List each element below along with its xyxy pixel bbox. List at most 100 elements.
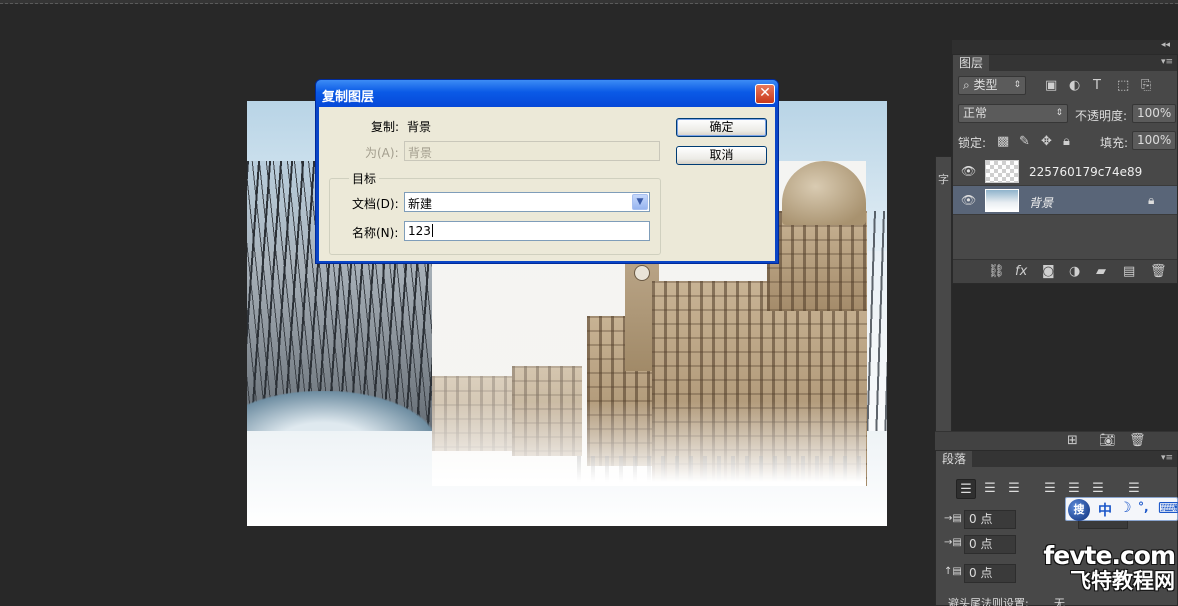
cancel-button[interactable]: 取消	[676, 146, 767, 165]
align-right-icon[interactable]: ☰	[1004, 479, 1024, 499]
lock-move-icon[interactable]: ✥	[1041, 135, 1052, 149]
indent-left-input[interactable]: 0 点	[964, 510, 1016, 529]
top-options-strip	[0, 0, 1178, 4]
document-label: 文档(D):	[352, 197, 399, 211]
blend-mode-select[interactable]: 正常 ⇕	[958, 104, 1068, 123]
keyboard-icon[interactable]: ⌨	[1158, 499, 1178, 517]
fill-input[interactable]: 100%	[1132, 131, 1176, 150]
layers-panel: 图层 ▾≡ ⌕ 类型 ⇕ ▣ ◐ T ⬚ ⎘ 正常 ⇕ 不透明度: 100% 锁定:…	[952, 54, 1178, 284]
lock-transparent-icon[interactable]: ▩	[997, 135, 1009, 149]
layer-row-2[interactable]: 👁︎ 背景 🔒︎	[953, 186, 1177, 215]
layers-footer: ⛓ fx ◙ ◑ ▰ ▤ 🗑︎	[953, 259, 1177, 283]
layer-filter-value: 类型	[973, 78, 998, 92]
layer-name: 225760179c74e89	[1029, 165, 1143, 179]
watermark-line-2: 飞特教程网	[1070, 569, 1175, 593]
hyphenation-label: 避头尾法则设置:	[948, 597, 1029, 606]
canvas-fade-mask	[432, 401, 866, 486]
fx-icon[interactable]: fx	[1015, 265, 1027, 279]
justify-all-icon[interactable]: ☰	[1124, 479, 1144, 499]
trash-icon[interactable]: 🗑︎	[1150, 265, 1167, 279]
align-center-icon[interactable]: ☰	[980, 479, 1000, 499]
tab-paragraph[interactable]: 段落	[936, 451, 973, 467]
align-left-icon[interactable]: ☰	[956, 479, 976, 499]
adjustment-layer-icon[interactable]: ◑	[1069, 265, 1080, 279]
name-label: 名称(N):	[352, 226, 399, 240]
fill-label: 填充:	[1100, 136, 1129, 150]
chevron-updown-icon: ⇕	[1013, 80, 1021, 90]
layer-thumbnail	[985, 160, 1019, 183]
layers-tab-row: 图层 ▾≡	[953, 55, 1177, 71]
layer-filter-select[interactable]: ⌕ 类型 ⇕	[958, 76, 1026, 95]
link-layers-icon[interactable]: ⛓	[988, 265, 1005, 279]
new-layer-icon[interactable]: ▤	[1123, 265, 1135, 279]
opacity-label: 不透明度:	[1075, 109, 1128, 123]
side-panel-footer: ⊞ 📷︎ 🗑︎	[935, 431, 1178, 450]
lock-brush-icon[interactable]: ✎	[1019, 135, 1030, 149]
indent-left-icon: →▤	[944, 513, 962, 524]
dialog-close-button[interactable]: ✕	[755, 84, 775, 104]
watermark: fevte.com 飞特教程网	[1015, 541, 1176, 594]
new-group-icon[interactable]: ▰	[1096, 265, 1106, 279]
dialog-title: 复制图层	[322, 90, 375, 105]
search-icon: ⌕	[963, 78, 974, 92]
justify-last-center-icon[interactable]: ☰	[1064, 479, 1084, 499]
tab-layers[interactable]: 图层	[953, 55, 990, 71]
blend-mode-value: 正常	[963, 106, 988, 120]
tab-character[interactable]: 字	[938, 171, 949, 187]
filter-adjustment-icon[interactable]: ◐	[1069, 79, 1080, 93]
ime-moon-icon[interactable]: ☽	[1119, 500, 1132, 516]
dialog-title-bar[interactable]: 复制图层 ✕	[316, 80, 778, 107]
eye-icon[interactable]: 👁︎	[961, 193, 976, 207]
destination-group-label: 目标	[349, 170, 380, 187]
name-input-value: 123	[408, 224, 431, 238]
add-mask-icon[interactable]: ◙	[1042, 265, 1055, 279]
ime-mode-chinese[interactable]: 中	[1098, 500, 1112, 520]
document-select[interactable]: 新建 ▼	[404, 192, 650, 212]
destination-group	[329, 178, 661, 255]
watermark-line-1: fevte.com	[1043, 541, 1176, 570]
name-input[interactable]: 123	[404, 221, 650, 241]
collapsed-character-panel: 字	[935, 156, 952, 446]
chevron-updown-icon: ⇕	[1055, 108, 1063, 118]
opacity-input[interactable]: 100%	[1132, 104, 1176, 123]
panel-menu-icon[interactable]: ▾≡	[1161, 453, 1173, 463]
ime-toolbar[interactable]: 搜 中 ☽ °, ⌨	[1065, 497, 1178, 521]
filter-type-icon[interactable]: T	[1093, 79, 1101, 93]
space-before-icon: ↑▤	[944, 566, 962, 577]
indent-first-line-input[interactable]: 0 点	[964, 535, 1016, 554]
as-input[interactable]: 背景	[404, 141, 660, 161]
ime-logo-icon[interactable]: 搜	[1068, 499, 1090, 521]
layer-name: 背景	[1029, 196, 1054, 210]
dialog-body: 复制: 背景 为(A): 背景 目标 文档(D): 新建 ▼ 名称(N): 12…	[319, 107, 775, 261]
space-before-input[interactable]: 0 点	[964, 564, 1016, 583]
chevron-down-icon[interactable]: ▼	[632, 194, 648, 210]
text-caret	[431, 224, 433, 237]
lock-label: 锁定:	[958, 136, 987, 150]
document-select-value: 新建	[408, 197, 433, 211]
justify-last-right-icon[interactable]: ☰	[1088, 479, 1108, 499]
camera-icon[interactable]: 📷︎	[1099, 434, 1116, 448]
hyphenation-value[interactable]: 无	[1054, 595, 1065, 606]
eye-icon[interactable]: 👁︎	[961, 164, 976, 178]
trash-icon[interactable]: 🗑︎	[1129, 434, 1146, 448]
filter-smartobject-icon[interactable]: ⎘	[1141, 79, 1151, 93]
panel-dock-header[interactable]: ◂◂	[952, 40, 1178, 54]
lock-icon: 🔒︎	[1148, 193, 1155, 207]
as-label: 为(A):	[365, 146, 399, 160]
duplicate-label: 复制:	[371, 120, 400, 134]
duplicate-layer-dialog: 复制图层 ✕ 复制: 背景 为(A): 背景 目标 文档(D): 新建 ▼ 名称…	[315, 79, 779, 264]
filter-shape-icon[interactable]: ⬚	[1117, 79, 1129, 93]
new-item-icon[interactable]: ⊞	[1067, 434, 1078, 448]
ime-punct-icon[interactable]: °,	[1138, 500, 1149, 514]
layer-thumbnail	[985, 189, 1019, 212]
paragraph-tab-row: 段落 ▾≡	[936, 451, 1177, 467]
canvas-building-dome-base	[767, 211, 867, 311]
filter-pixel-icon[interactable]: ▣	[1045, 79, 1057, 93]
lock-all-icon[interactable]: 🔒︎	[1063, 135, 1070, 149]
ok-button[interactable]: 确定	[676, 118, 767, 137]
justify-last-left-icon[interactable]: ☰	[1040, 479, 1060, 499]
collapse-panels-icon[interactable]: ◂◂	[1161, 40, 1170, 50]
duplicate-value: 背景	[407, 120, 432, 134]
panel-menu-icon[interactable]: ▾≡	[1161, 57, 1173, 67]
layer-row-1[interactable]: 👁︎ 225760179c74e89	[953, 157, 1177, 186]
